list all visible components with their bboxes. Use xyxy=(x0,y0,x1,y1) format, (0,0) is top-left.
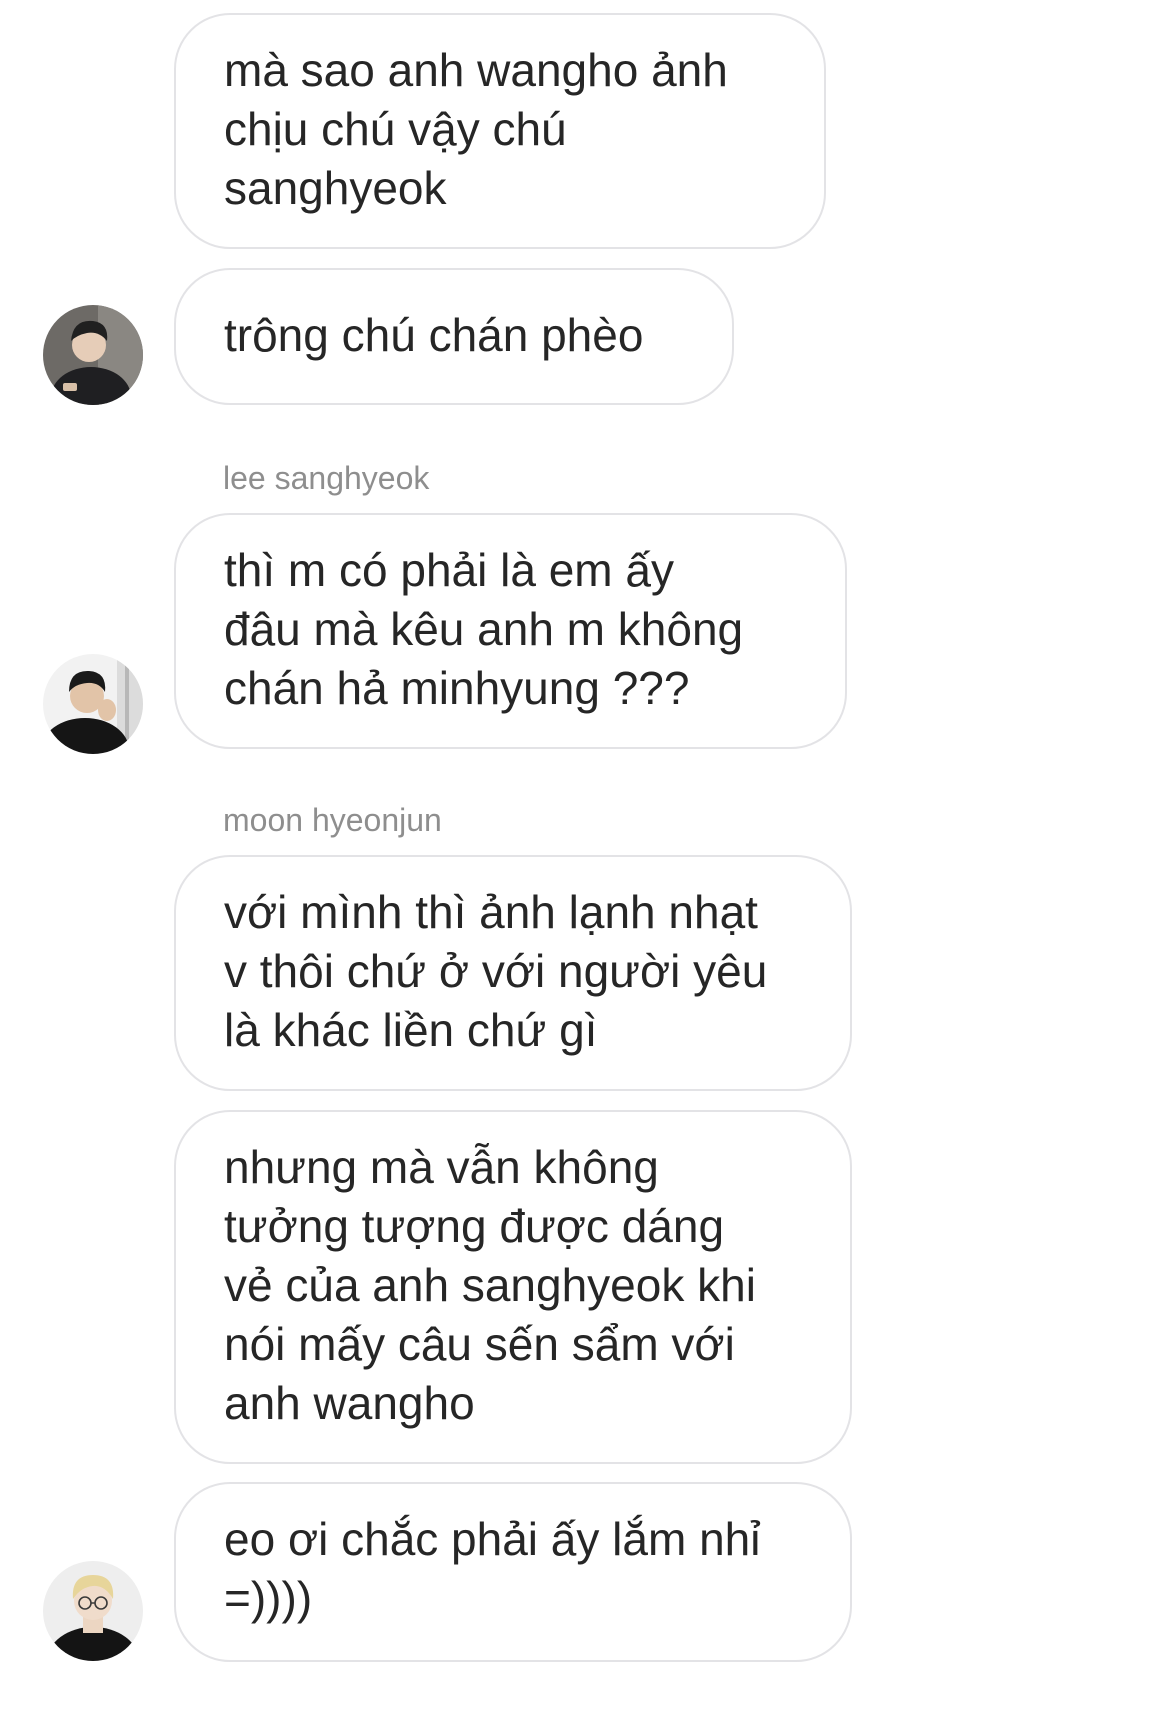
user-avatar-icon xyxy=(43,305,143,405)
message-bubble[interactable]: trông chú chán phèo xyxy=(174,268,734,405)
avatar[interactable] xyxy=(43,654,143,754)
sender-name: lee sanghyeok xyxy=(223,460,430,496)
avatar[interactable] xyxy=(43,1561,143,1661)
avatar[interactable] xyxy=(43,305,143,405)
message-bubble[interactable]: nhưng mà vẫn không tưởng tượng được dáng… xyxy=(174,1110,852,1464)
message-bubble[interactable]: thì m có phải là em ấy đâu mà kêu anh m … xyxy=(174,513,847,749)
user-avatar-icon xyxy=(43,1561,143,1661)
sender-name: moon hyeonjun xyxy=(223,802,442,838)
user-avatar-icon xyxy=(43,654,143,754)
message-bubble[interactable]: mà sao anh wangho ảnh chịu chú vậy chú s… xyxy=(174,13,826,249)
message-bubble[interactable]: eo ơi chắc phải ấy lắm nhỉ =)))) xyxy=(174,1482,852,1662)
message-bubble[interactable]: với mình thì ảnh lạnh nhạt v thôi chứ ở … xyxy=(174,855,852,1091)
